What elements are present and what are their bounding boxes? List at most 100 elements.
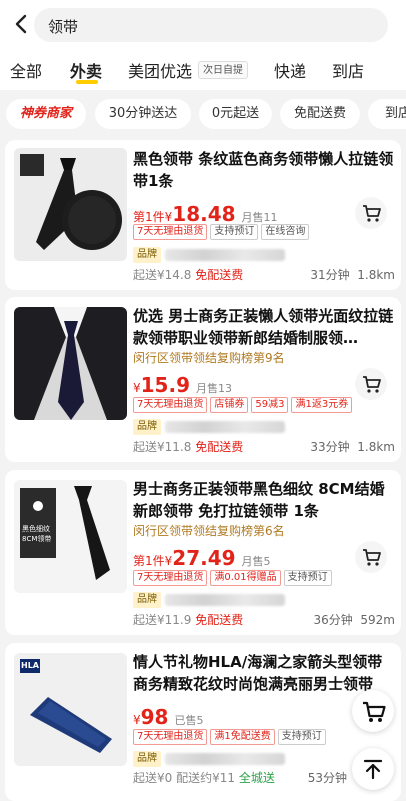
tag-preorder: 支持预订	[283, 570, 332, 586]
tag-cashback: 满1返3元券	[291, 397, 353, 413]
delivery-fee: 配送约¥11	[176, 771, 236, 785]
citywide-badge: 全城送	[238, 771, 275, 785]
active-tab-indicator	[76, 80, 98, 84]
tag-return-policy: 7天无理由退货	[133, 729, 208, 745]
tag-preorder: 支持预订	[210, 224, 259, 240]
blurred-brand-name	[165, 594, 285, 606]
filter-chip-in-store[interactable]: 到店	[368, 99, 406, 129]
price-prefix: 第1件	[133, 210, 165, 224]
filter-chip-free-delivery[interactable]: 免配送费	[280, 99, 360, 129]
tag-free-delivery: 满1免配送费	[210, 729, 275, 745]
tag-consult: 在线咨询	[261, 224, 310, 240]
product-title[interactable]: 情人节礼物HLA/海澜之家箭头型领带商务精致花纹时尚饱满亮丽男士领带	[133, 651, 395, 695]
tab-all[interactable]: 全部	[10, 58, 42, 82]
delivery-time: 31分钟	[310, 268, 350, 282]
min-order: 起送¥0	[133, 771, 173, 785]
product-image: 黑色细纹 8CM领带	[14, 480, 127, 593]
brand-label: 品牌	[133, 592, 161, 608]
tag-store-coupon: 店铺券	[210, 397, 249, 413]
tag-gift: 满0.01得赠品	[210, 570, 281, 586]
distance: 592m	[360, 613, 395, 627]
delivery-fee: 免配送费	[195, 440, 244, 454]
top-bar: 领带	[0, 0, 406, 48]
delivery-info: 起送¥11.8 免配送费 33分钟 1.8km	[133, 438, 395, 454]
delivery-time: 53分钟	[307, 771, 347, 785]
rank-text: 闵行区领带领结复购榜第6名	[133, 524, 285, 538]
product-title[interactable]: 黑色领带 条纹蓝色商务领带懒人拉链领带1条	[133, 148, 395, 192]
product-image: HLA	[14, 653, 127, 766]
product-title[interactable]: 优选 男士商务正装懒人领带光面纹拉链款领带职业领带新郎结婚制服领…	[133, 305, 395, 349]
tag-preorder: 支持预订	[277, 729, 326, 745]
brand-row: 品牌	[133, 419, 285, 435]
brand-row: 品牌	[133, 247, 285, 263]
tag-row: 7天无理由退货 支持预订 在线咨询	[133, 224, 312, 240]
tab-badge: 次日自提	[198, 61, 248, 79]
cart-icon	[363, 701, 386, 722]
search-input[interactable]: 领带	[34, 8, 388, 42]
tag-return-policy: 7天无理由退货	[133, 570, 208, 586]
min-order: 起送¥11.9	[133, 613, 192, 627]
price-prefix: 第1件	[133, 554, 165, 568]
product-image	[14, 307, 127, 420]
delivery-time: 36分钟	[313, 613, 353, 627]
floating-cart-button[interactable]	[352, 690, 394, 732]
brand-row: 品牌	[133, 592, 285, 608]
delivery-fee: 免配送费	[195, 613, 244, 627]
cart-icon	[363, 205, 381, 222]
tag-return-policy: 7天无理由退货	[133, 224, 208, 240]
distance: 1.8km	[357, 268, 395, 282]
tab-express[interactable]: 快递	[274, 58, 306, 82]
distance: 1.8km	[357, 440, 395, 454]
blurred-brand-name	[165, 753, 285, 765]
brand-row: 品牌	[133, 751, 285, 767]
monthly-sales: 月售5	[241, 555, 271, 568]
tag-row: 7天无理由退货 店铺券 59减3 满1返3元券	[133, 397, 355, 413]
delivery-fee: 免配送费	[195, 268, 244, 282]
tag-row: 7天无理由退货 满1免配送费 支持预订	[133, 729, 329, 745]
product-card[interactable]: 黑色细纹 8CM领带 男士商务正装领带黑色细纹 8CM结婚新郎领带 免打拉链领带…	[5, 470, 401, 635]
product-card[interactable]: 优选 男士商务正装懒人领带光面纹拉链款领带职业领带新郎结婚制服领… 闵行区领带领…	[5, 297, 401, 462]
product-card[interactable]: HLA 情人节礼物HLA/海澜之家箭头型领带商务精致花纹时尚饱满亮丽男士领带 ¥…	[5, 643, 401, 801]
filter-chip-brand[interactable]: 神券商家	[6, 99, 86, 129]
tab-takeout[interactable]: 外卖	[70, 58, 102, 82]
product-image	[14, 148, 127, 261]
min-order: 起送¥11.8	[133, 440, 192, 454]
add-to-cart-button[interactable]	[355, 541, 387, 573]
thumb-caption-line2: 8CM领带	[22, 535, 52, 543]
tag-row: 7天无理由退货 满0.01得赠品 支持预订	[133, 570, 335, 586]
tag-return-policy: 7天无理由退货	[133, 397, 208, 413]
blurred-brand-name	[165, 421, 285, 433]
price-row: 第1件¥27.49 月售5	[133, 546, 271, 570]
thumb-caption-line1: 黑色细纹	[22, 525, 50, 533]
price-row: ¥98 已售5	[133, 705, 203, 729]
brand-logo-text: HLA	[21, 661, 39, 670]
product-price: 98	[140, 705, 169, 729]
monthly-sales: 月售13	[196, 382, 232, 395]
add-to-cart-button[interactable]	[355, 368, 387, 400]
product-card[interactable]: 黑色领带 条纹蓝色商务领带懒人拉链领带1条 第1件¥18.48 月售11 7天无理…	[5, 140, 401, 290]
filter-chip-no-min[interactable]: 0元起送	[199, 99, 272, 129]
brand-label: 品牌	[133, 419, 161, 435]
delivery-info: 起送¥11.9 免配送费 36分钟 592m	[133, 611, 395, 627]
tab-meituan-select[interactable]: 美团优选	[128, 58, 192, 82]
filter-bar: 神券商家 30分钟送达 0元起送 免配送费 到店	[0, 92, 406, 136]
price-currency: ¥	[133, 381, 141, 395]
back-arrow-icon[interactable]	[10, 12, 34, 36]
product-price: 15.9	[140, 373, 190, 397]
min-order: 起送¥14.8	[133, 268, 192, 282]
cart-icon	[363, 376, 381, 393]
brand-label: 品牌	[133, 247, 161, 263]
tab-in-store[interactable]: 到店	[332, 58, 364, 82]
rank-text: 闵行区领带领结复购榜第9名	[133, 351, 285, 365]
tag-discount: 59减3	[251, 397, 289, 413]
filter-chip-30min[interactable]: 30分钟送达	[95, 99, 191, 129]
price-row: 第1件¥18.48 月售11	[133, 202, 278, 226]
add-to-cart-button[interactable]	[355, 197, 387, 229]
back-to-top-button[interactable]	[352, 748, 394, 790]
product-price: 18.48	[172, 202, 236, 226]
brand-label: 品牌	[133, 751, 161, 767]
category-tabs: 全部 外卖 美团优选 次日自提 快递 到店	[0, 48, 406, 90]
price-row: ¥15.9 月售13	[133, 373, 232, 397]
product-title[interactable]: 男士商务正装领带黑色细纹 8CM结婚新郎领带 免打拉链领带 1条	[133, 478, 395, 522]
arrow-up-icon	[363, 759, 383, 780]
